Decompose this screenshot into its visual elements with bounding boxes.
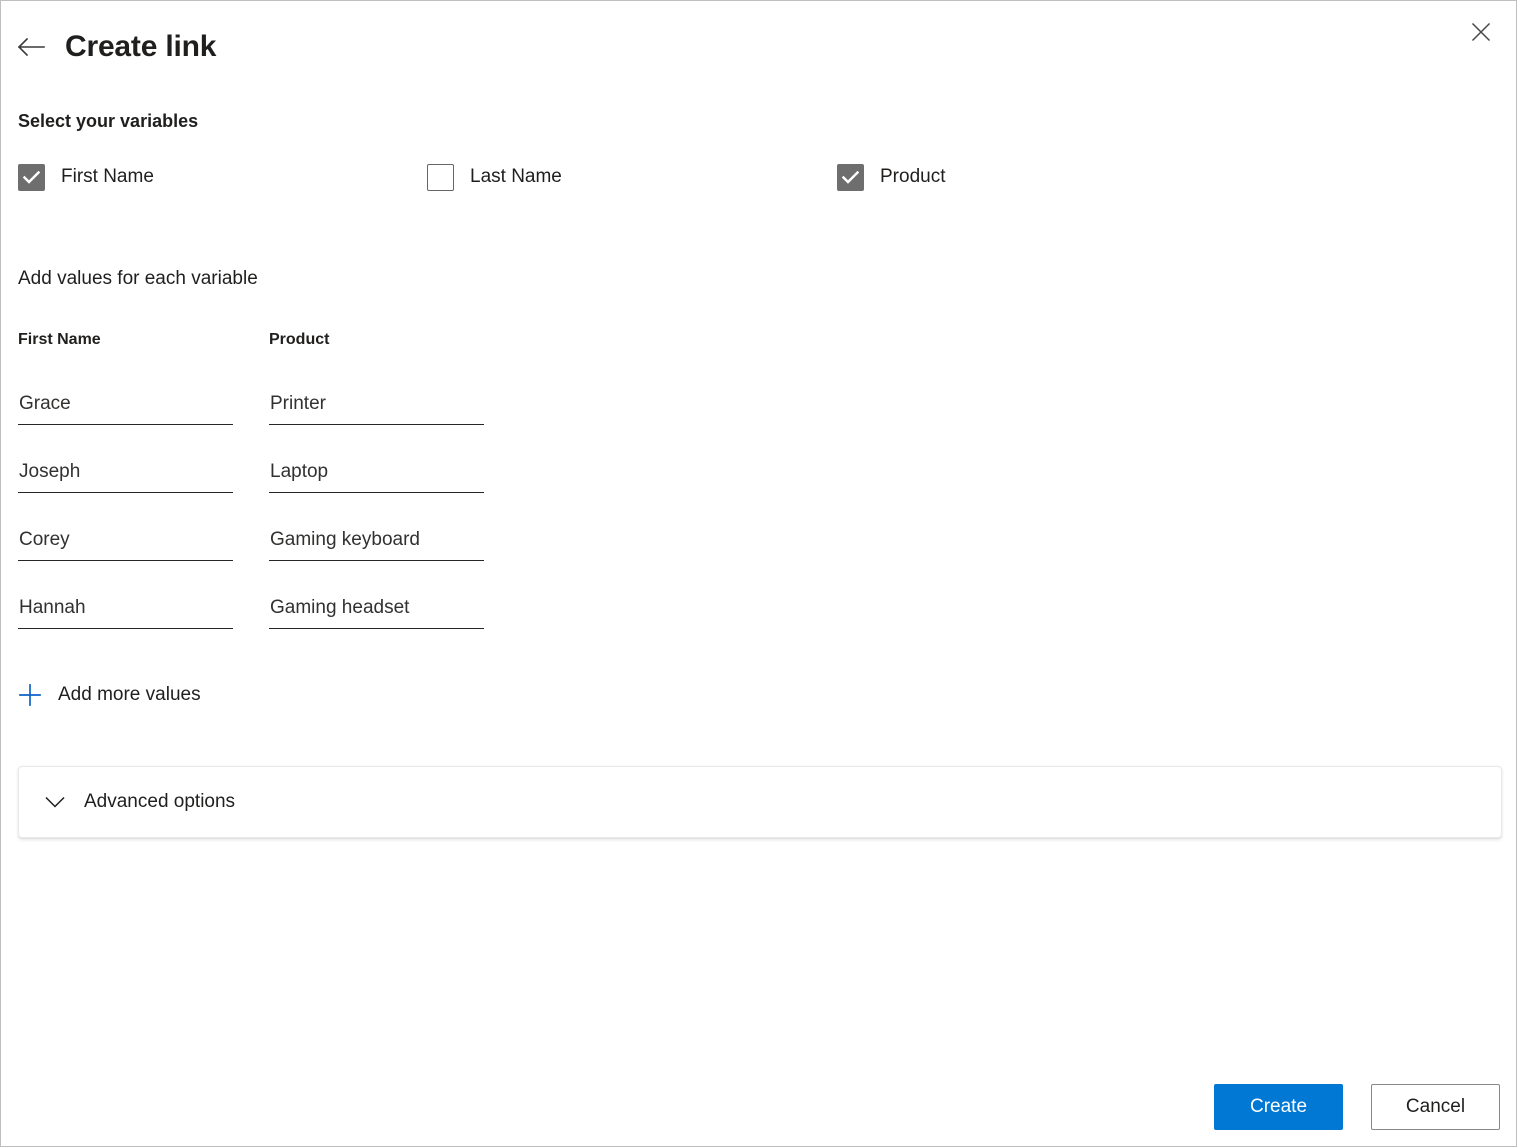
variable-checkbox-last-name[interactable]: Last Name	[427, 159, 562, 195]
values-column-first-name: First Name	[18, 329, 233, 630]
add-more-values-button[interactable]: Add more values	[18, 677, 201, 713]
close-button[interactable]	[1462, 13, 1500, 51]
create-button[interactable]: Create	[1214, 1084, 1343, 1130]
dialog-footer: Create Cancel	[1214, 1084, 1500, 1130]
value-input-first-name-3[interactable]	[18, 523, 233, 561]
value-field[interactable]	[18, 523, 233, 562]
value-input-product-4[interactable]	[269, 591, 484, 629]
checkbox-icon-checked[interactable]	[837, 163, 864, 191]
variable-checkbox-first-name[interactable]: First Name	[18, 159, 154, 195]
add-more-values-label: Add more values	[58, 684, 201, 705]
value-input-first-name-1[interactable]	[18, 387, 233, 425]
value-input-first-name-2[interactable]	[18, 455, 233, 493]
value-field[interactable]	[18, 387, 233, 426]
value-field[interactable]	[18, 591, 233, 630]
variables-checkbox-row: First Name Last Name Product	[1, 159, 1101, 195]
chevron-down-icon	[45, 792, 65, 812]
value-input-product-2[interactable]	[269, 455, 484, 493]
checkbox-icon-unchecked[interactable]	[427, 163, 454, 191]
plus-icon	[18, 683, 42, 707]
variable-label: Last Name	[470, 166, 562, 187]
value-field[interactable]	[269, 455, 484, 494]
value-field[interactable]	[269, 387, 484, 426]
value-input-product-1[interactable]	[269, 387, 484, 425]
value-input-first-name-4[interactable]	[18, 591, 233, 629]
variable-checkbox-product[interactable]: Product	[837, 159, 945, 195]
value-field[interactable]	[18, 455, 233, 494]
dialog-header: Create link	[1, 1, 1516, 89]
value-field[interactable]	[269, 591, 484, 630]
arrow-left-icon	[17, 37, 45, 57]
cancel-button[interactable]: Cancel	[1371, 1084, 1500, 1130]
variable-label: Product	[880, 166, 946, 187]
add-values-heading: Add values for each variable	[18, 268, 258, 289]
advanced-options-panel[interactable]: Advanced options	[18, 766, 1502, 838]
values-column-product: Product	[269, 329, 484, 630]
checkbox-icon-checked[interactable]	[18, 163, 45, 191]
advanced-options-label: Advanced options	[84, 791, 236, 812]
column-header: Product	[269, 331, 330, 348]
column-header: First Name	[18, 331, 101, 348]
value-field[interactable]	[269, 523, 484, 562]
close-icon	[1471, 22, 1491, 42]
variable-label: First Name	[61, 166, 154, 187]
page-title: Create link	[65, 30, 217, 63]
create-link-dialog: Create link Select your variables First …	[0, 0, 1517, 1147]
back-button[interactable]	[15, 31, 47, 63]
select-variables-heading: Select your variables	[18, 111, 199, 131]
value-input-product-3[interactable]	[269, 523, 484, 561]
